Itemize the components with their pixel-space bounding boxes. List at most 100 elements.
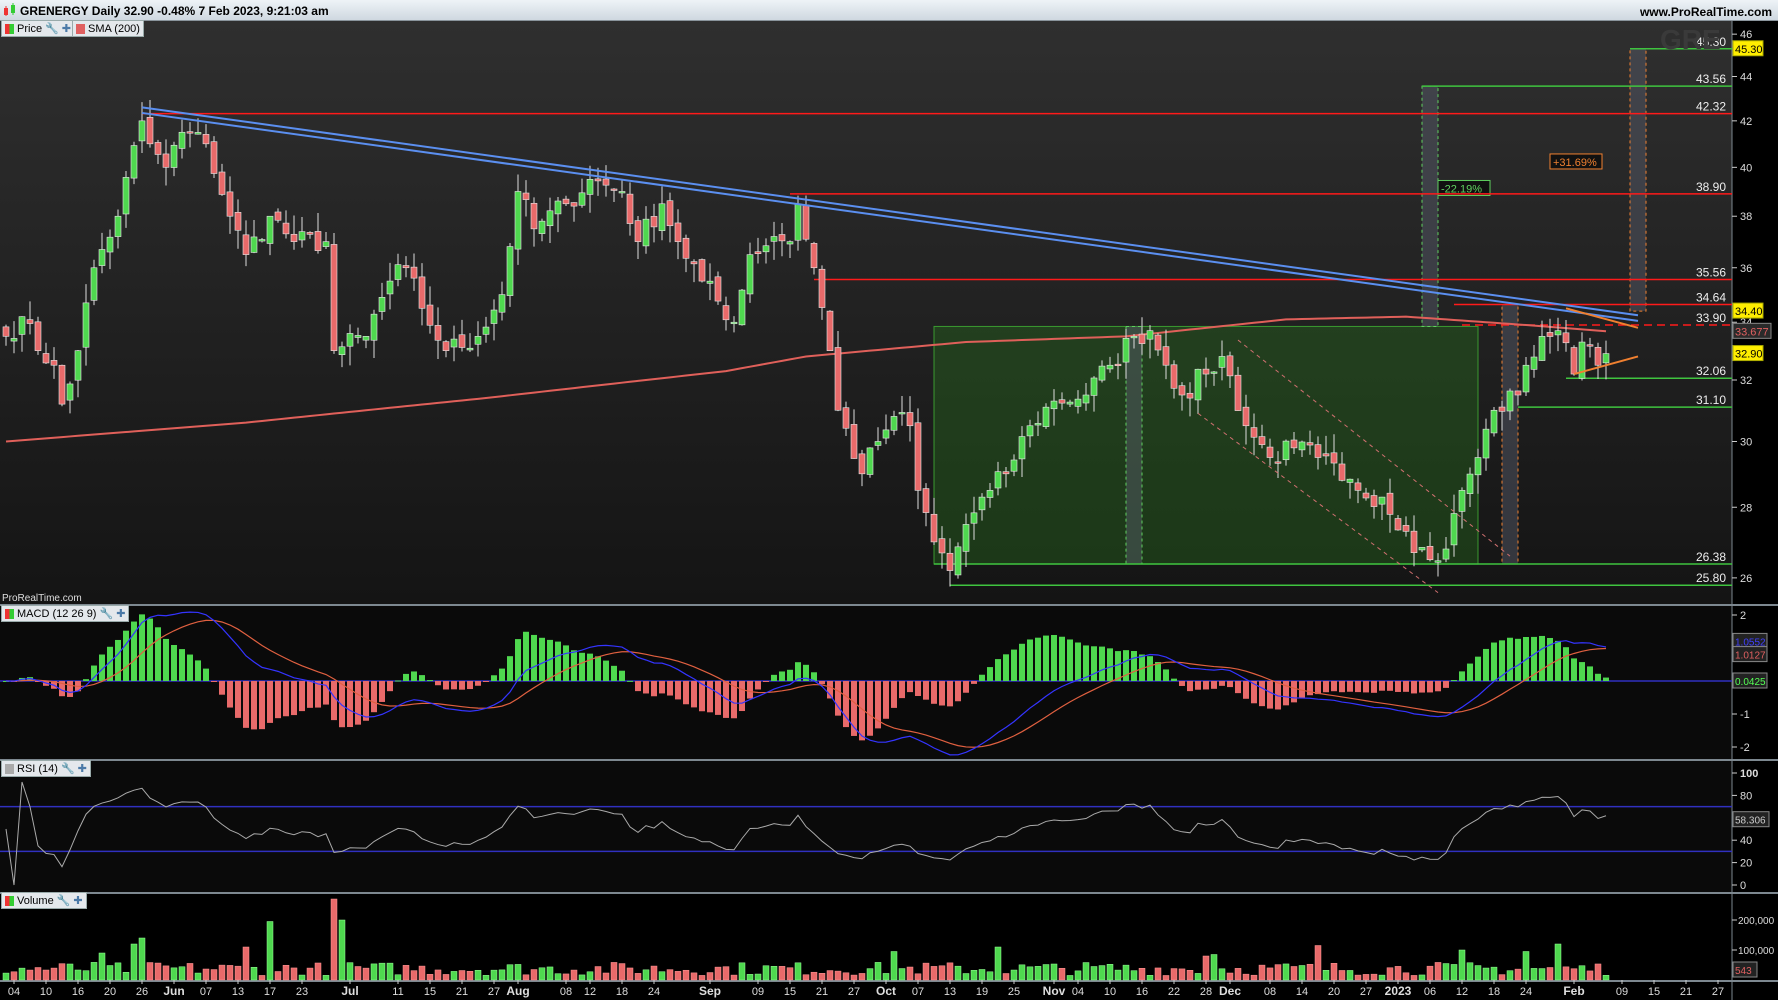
candle-down (1138, 333, 1146, 344)
volume-bar (1114, 969, 1122, 981)
macd-histogram-bar (667, 681, 673, 696)
volume-bar (786, 967, 794, 981)
candle-down (802, 204, 810, 240)
volume-bar (1322, 970, 1330, 981)
volume-bar (250, 966, 258, 981)
candle-down (234, 212, 242, 231)
date-label: 13 (232, 986, 244, 998)
volume-bar (58, 963, 66, 981)
volume-bar (186, 963, 194, 981)
volume-bar (906, 966, 914, 981)
macd-histogram-bar (1067, 639, 1073, 681)
volume-bar (1314, 945, 1322, 981)
macd-histogram-bar (1579, 662, 1585, 681)
volume-bar (954, 965, 962, 981)
volume-bar (290, 967, 298, 981)
macd-histogram-bar (1019, 643, 1025, 681)
macd-histogram-bar (1035, 637, 1041, 681)
volume-bar (562, 973, 570, 981)
volume-bar (1370, 973, 1378, 981)
candle-up (1554, 330, 1562, 336)
volume-bar (922, 962, 930, 981)
macd-histogram-bar (995, 659, 1001, 681)
candle-up (66, 383, 74, 401)
volume-bar (1050, 963, 1058, 981)
volume-bar (1522, 951, 1530, 981)
macd-histogram-bar (1379, 681, 1385, 691)
candle-down (458, 334, 466, 348)
price-legend[interactable]: Price 🔧 ✚ (1, 20, 75, 37)
rsi-legend[interactable]: RSI (14) 🔧 ✚ (1, 760, 91, 777)
chart-canvas[interactable]: 4644424038363432302826-22.19%+31.69%45.3… (0, 21, 1778, 1000)
macd-histogram-bar (387, 681, 393, 692)
rsi-value-label: 58.306 (1735, 816, 1766, 827)
wrench-icon[interactable]: 🔧 (57, 894, 71, 907)
candle-up (770, 236, 778, 242)
date-label: 15 (1648, 986, 1660, 998)
volume-bar (1210, 954, 1218, 981)
candle-down (1570, 347, 1578, 375)
candle-up (466, 347, 474, 351)
level-label: 43.56 (1696, 72, 1726, 86)
volume-bar (1298, 965, 1306, 981)
wrench-icon[interactable]: 🔧 (61, 762, 75, 775)
macd-histogram-bar (1387, 681, 1393, 691)
candle-up (130, 145, 138, 179)
volume-bar (522, 974, 530, 981)
volume-bar (50, 967, 58, 981)
date-label: 17 (264, 986, 276, 998)
macd-histogram-bar (1107, 648, 1113, 681)
macd-histogram-bar (1363, 681, 1369, 693)
candle-down (1410, 530, 1418, 553)
sma-legend-label: SMA (200) (88, 22, 140, 35)
candle-up (1050, 400, 1058, 410)
price-tag-label: 45.30 (1735, 44, 1763, 56)
macd-legend[interactable]: MACD (12 26 9) 🔧 ✚ (1, 605, 130, 622)
website-link[interactable]: www.ProRealTime.com (1640, 5, 1772, 19)
volume-bar (1338, 970, 1346, 981)
volume-bar (146, 962, 154, 981)
macd-histogram-bar (635, 681, 641, 692)
volume-bar (626, 967, 634, 981)
date-label: 04 (8, 986, 20, 998)
volume-bar (1002, 973, 1010, 981)
candle-down (1266, 446, 1274, 458)
date-label: 19 (976, 986, 988, 998)
macd-histogram-bar (235, 681, 241, 718)
candle-up (1378, 496, 1386, 505)
plus-icon[interactable]: ✚ (62, 22, 71, 35)
volume-bar (1482, 967, 1490, 981)
volume-legend[interactable]: Volume 🔧 ✚ (1, 892, 87, 909)
volume-bar (778, 966, 786, 981)
date-label: 08 (1264, 986, 1276, 998)
date-label: 18 (616, 986, 628, 998)
plus-icon[interactable]: ✚ (116, 607, 125, 620)
plus-icon[interactable]: ✚ (78, 762, 87, 775)
candle-up (1442, 548, 1450, 560)
price-tick-label: 38 (1740, 211, 1752, 223)
macd-histogram-bar (739, 681, 745, 712)
candle-down (1274, 461, 1282, 464)
plus-icon[interactable]: ✚ (73, 894, 82, 907)
volume-bar (314, 962, 322, 981)
volume-bar (458, 970, 466, 981)
macd-histogram-bar (299, 681, 305, 712)
candle-down (1594, 347, 1602, 366)
volume-bar (1402, 972, 1410, 981)
candle-down (202, 134, 210, 145)
volume-bar (1242, 973, 1250, 981)
sma-legend[interactable]: SMA (200) (72, 20, 144, 37)
macd-histogram-bar (1027, 639, 1033, 681)
candle-up (98, 249, 106, 266)
candle-up (882, 429, 890, 439)
macd-histogram-bar (1235, 681, 1241, 694)
volume-bar (1026, 966, 1034, 981)
wrench-icon[interactable]: 🔧 (99, 607, 113, 620)
macd-histogram-bar (531, 634, 537, 681)
candle-up (986, 490, 994, 498)
wrench-icon[interactable]: 🔧 (45, 22, 59, 35)
candle-down (1562, 332, 1570, 344)
macd-histogram-bar (923, 681, 929, 700)
volume-bar (1202, 955, 1210, 981)
measure-band (1501, 303, 1519, 565)
